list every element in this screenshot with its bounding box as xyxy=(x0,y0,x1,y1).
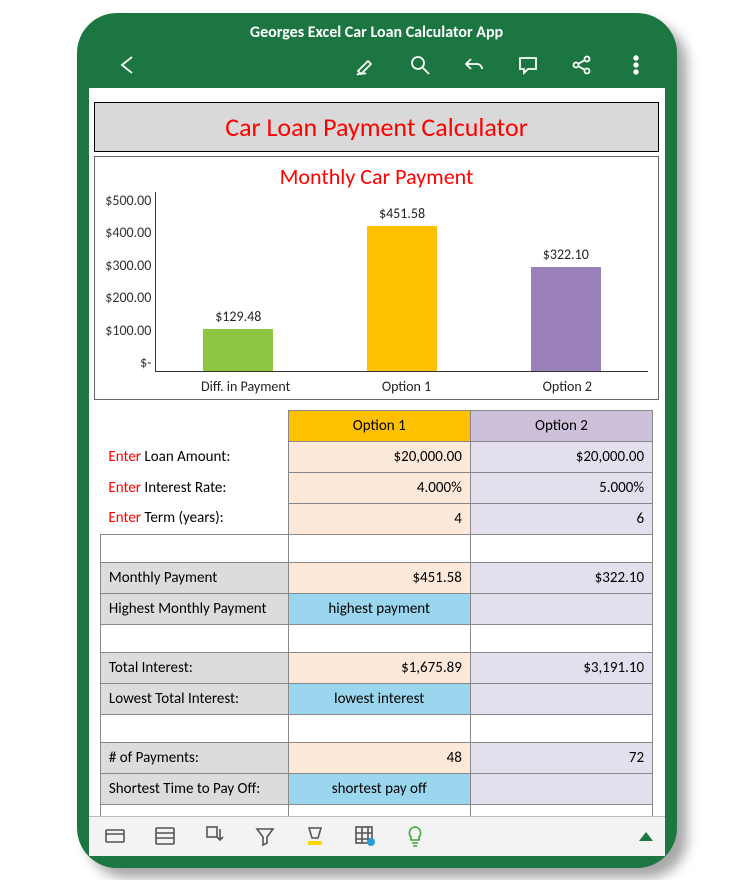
caret-up-icon xyxy=(639,832,653,841)
share-icon[interactable] xyxy=(569,52,595,78)
loan-amount-opt1[interactable]: $20,000.00 xyxy=(288,441,470,472)
loan-amount-opt2[interactable]: $20,000.00 xyxy=(470,441,652,472)
undo-icon[interactable] xyxy=(461,52,487,78)
interest-rate-opt2[interactable]: 5.000% xyxy=(470,472,652,503)
row-term: Enter Term (years): 4 6 xyxy=(100,503,652,534)
chart-container: Monthly Car Payment $500.00$400.00$300.0… xyxy=(94,156,658,400)
label-lowest-interest: Lowest Total Interest: xyxy=(100,683,288,714)
term-opt2[interactable]: 6 xyxy=(470,503,652,534)
monthly-opt2: $322.10 xyxy=(470,562,652,593)
list-view-icon[interactable] xyxy=(151,822,179,850)
shortest-opt1: shortest pay off xyxy=(288,773,470,804)
row-num-payments: # of Payments: 48 72 xyxy=(100,742,652,773)
chart-plot: $129.48$451.58$322.10 xyxy=(155,192,647,372)
label-total-interest: Total Interest: xyxy=(100,652,288,683)
highest-opt1: highest payment xyxy=(288,593,470,624)
table-settings-icon[interactable] xyxy=(351,822,379,850)
term-opt1[interactable]: 4 xyxy=(288,503,470,534)
idea-icon[interactable] xyxy=(401,822,429,850)
total-interest-opt1: $1,675.89 xyxy=(288,652,470,683)
numpay-opt1: 48 xyxy=(288,742,470,773)
back-icon[interactable] xyxy=(115,52,141,78)
sort-icon[interactable] xyxy=(201,822,229,850)
calculator-title-text: Car Loan Payment Calculator xyxy=(225,111,528,143)
row-loan-amount: Enter Loan Amount: $20,000.00 $20,000.00 xyxy=(100,441,652,472)
highest-opt2 xyxy=(470,593,652,624)
row-lowest-interest: Lowest Total Interest: lowest interest xyxy=(100,683,652,714)
search-icon[interactable] xyxy=(407,52,433,78)
chart-y-axis: $500.00$400.00$300.00$200.00$100.00$- xyxy=(105,192,155,372)
interest-rate-opt1[interactable]: 4.000% xyxy=(288,472,470,503)
row-shortest: Shortest Time to Pay Off: shortest pay o… xyxy=(100,773,652,804)
lowest-opt2 xyxy=(470,683,652,714)
row-total-interest: Total Interest: $1,675.89 $3,191.10 xyxy=(100,652,652,683)
chart-x-axis: Diff. in PaymentOption 1Option 2 xyxy=(165,372,647,395)
filter-icon[interactable] xyxy=(251,822,279,850)
phone-frame: Georges Excel Car Loan Calculator App Ca… xyxy=(77,13,677,868)
numpay-opt2: 72 xyxy=(470,742,652,773)
header-option1: Option 1 xyxy=(288,410,470,441)
calculator-title: Car Loan Payment Calculator xyxy=(94,102,658,152)
comment-icon[interactable] xyxy=(515,52,541,78)
total-interest-opt2: $3,191.10 xyxy=(470,652,652,683)
card-view-icon[interactable] xyxy=(101,822,129,850)
lowest-opt1: lowest interest xyxy=(288,683,470,714)
app-title: Georges Excel Car Loan Calculator App xyxy=(77,13,677,48)
label-monthly: Monthly Payment xyxy=(100,562,288,593)
highlight-icon[interactable] xyxy=(301,822,329,850)
draw-icon[interactable] xyxy=(353,52,379,78)
row-highest-payment: Highest Monthly Payment highest payment xyxy=(100,593,652,624)
bottom-toolbar xyxy=(89,816,665,856)
label-shortest: Shortest Time to Pay Off: xyxy=(100,773,288,804)
row-interest-rate: Enter Interest Rate: 4.000% 5.000% xyxy=(100,472,652,503)
label-num-payments: # of Payments: xyxy=(100,742,288,773)
label-highest: Highest Monthly Payment xyxy=(100,593,288,624)
header-option2: Option 2 xyxy=(470,410,652,441)
expand-up-button[interactable] xyxy=(639,832,653,841)
top-toolbar xyxy=(77,48,677,88)
row-monthly-payment: Monthly Payment $451.58 $322.10 xyxy=(100,562,652,593)
chart-title: Monthly Car Payment xyxy=(105,163,647,190)
shortest-opt2 xyxy=(470,773,652,804)
monthly-opt1: $451.58 xyxy=(288,562,470,593)
data-table: Option 1 Option 2 Enter Loan Amount: $20… xyxy=(100,410,653,816)
spreadsheet-area[interactable]: Car Loan Payment Calculator Monthly Car … xyxy=(89,88,665,816)
more-icon[interactable] xyxy=(623,52,649,78)
